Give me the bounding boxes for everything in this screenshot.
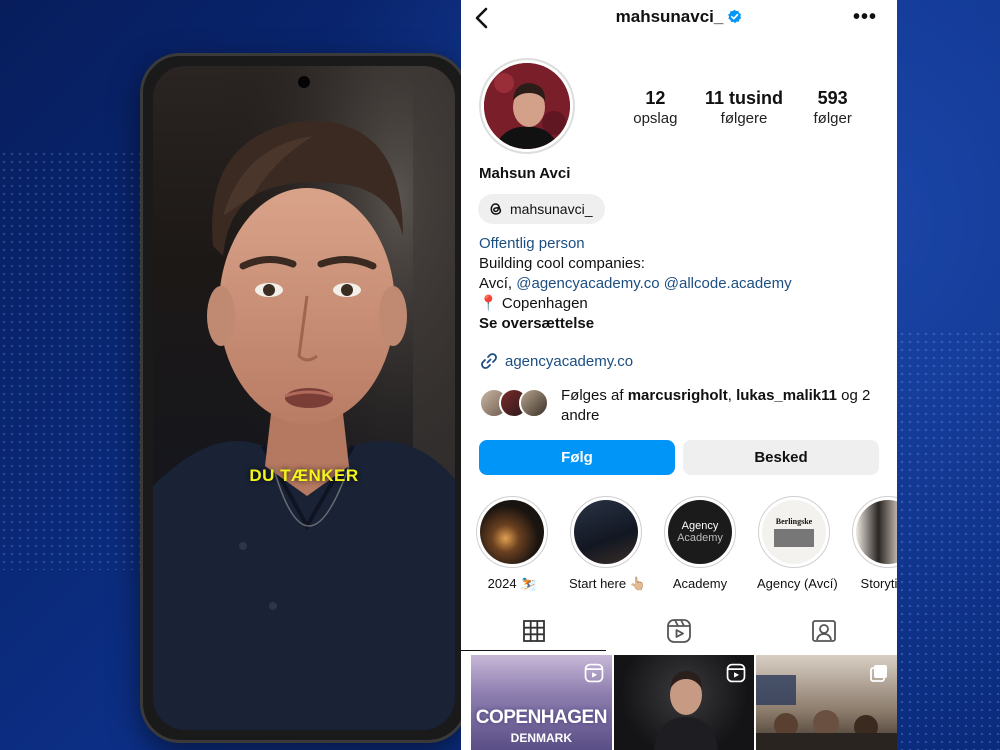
stat-followers-label: følgere bbox=[720, 110, 768, 127]
highlight-image bbox=[856, 500, 897, 564]
reels-icon bbox=[667, 619, 691, 643]
highlight-start-here[interactable]: Start here 👆🏼 bbox=[569, 496, 646, 592]
post-title: COPENHAGEN bbox=[475, 707, 608, 728]
profile-username-header: mahsunavci_ bbox=[461, 7, 897, 27]
see-translation-link[interactable]: Se oversættelse bbox=[479, 314, 792, 334]
profile-avatar[interactable] bbox=[479, 58, 575, 154]
highlight-image bbox=[480, 500, 544, 564]
mutual-avatar-3 bbox=[519, 388, 549, 418]
tab-reels[interactable] bbox=[664, 616, 694, 646]
post-subtitle: DENMARK bbox=[510, 731, 572, 745]
stat-posts-value: 12 bbox=[645, 88, 666, 108]
bio-line-2: Avcí, @agencyacademy.co @allcode.academy bbox=[479, 274, 792, 294]
stat-posts-label: opslag bbox=[633, 110, 678, 127]
profile-bio: Offentlig person Building cool companies… bbox=[479, 234, 792, 334]
posts-grid: COPENHAGEN DENMARK bbox=[471, 655, 897, 750]
highlight-image: Agency Academy bbox=[668, 500, 732, 564]
post-thumbnail[interactable]: COPENHAGEN DENMARK bbox=[471, 655, 612, 750]
dot-pattern-right bbox=[890, 330, 1000, 750]
highlight-label: 2024 ⛷️ bbox=[487, 576, 537, 591]
post-thumbnail[interactable] bbox=[613, 655, 755, 750]
post-thumbnail[interactable] bbox=[756, 655, 897, 750]
stat-following[interactable]: 593 følger bbox=[788, 88, 877, 127]
bio-line-2-prefix: Avcí, bbox=[479, 275, 513, 292]
top-bar: mahsunavci_ ••• bbox=[461, 0, 897, 36]
link-text: agencyacademy.co bbox=[505, 352, 634, 370]
threads-badge[interactable]: mahsunavci_ bbox=[478, 194, 605, 224]
highlight-2024[interactable]: 2024 ⛷️ bbox=[475, 496, 549, 592]
stat-posts[interactable]: 12 opslag bbox=[611, 88, 700, 127]
tab-tagged[interactable] bbox=[809, 616, 839, 646]
location-text: Copenhagen bbox=[501, 295, 588, 312]
reel-icon bbox=[584, 663, 603, 683]
highlight-image bbox=[574, 500, 638, 564]
bio-line-1: Building cool companies: bbox=[479, 255, 645, 272]
highlight-label: Start here 👆🏼 bbox=[569, 576, 646, 591]
profile-action-buttons: Følg Besked bbox=[479, 440, 879, 475]
threads-handle: mahsunavci_ bbox=[510, 201, 593, 217]
followed-by-text: Følges af marcusrigholt, lukas_malik11 o… bbox=[561, 387, 871, 424]
followed-user-1[interactable]: marcusrigholt bbox=[628, 387, 728, 404]
highlight-label: Storytime bbox=[860, 576, 897, 591]
followed-user-2[interactable]: lukas_malik11 bbox=[736, 387, 837, 404]
follow-button[interactable]: Følg bbox=[479, 440, 675, 475]
post-person-image bbox=[653, 671, 718, 750]
tab-posts-grid[interactable] bbox=[519, 616, 549, 646]
story-highlights: 2024 ⛷️ Start here 👆🏼 Agency Academy Aca… bbox=[475, 496, 897, 592]
bio-mention-agencyacademy[interactable]: @agencyacademy.co bbox=[516, 275, 659, 292]
video-person-image bbox=[153, 66, 455, 730]
avatar-image bbox=[484, 63, 570, 149]
post-event-image bbox=[756, 675, 897, 750]
stat-following-label: følger bbox=[813, 110, 852, 127]
profile-external-link[interactable]: agencyacademy.co bbox=[479, 351, 633, 371]
bio-mention-allcode[interactable]: @allcode.academy bbox=[664, 275, 792, 292]
video-screen[interactable]: DU TÆNKER bbox=[153, 66, 455, 730]
bio-location: 📍 Copenhagen bbox=[479, 294, 792, 314]
front-camera bbox=[298, 76, 310, 88]
mutual-avatars bbox=[479, 386, 553, 420]
highlight-label: Agency (Avcí) bbox=[757, 576, 838, 591]
highlight-image: Berlingske bbox=[762, 500, 826, 564]
phone-mockup: DU TÆNKER bbox=[140, 53, 468, 743]
threads-icon bbox=[490, 203, 502, 215]
profile-stats: 12 opslag 11 tusind følgere 593 følger bbox=[611, 88, 877, 127]
more-options-icon[interactable]: ••• bbox=[853, 6, 877, 29]
profile-category: Offentlig person bbox=[479, 235, 585, 252]
highlight-storytime[interactable]: Storytime bbox=[851, 496, 897, 592]
username-text: mahsunavci_ bbox=[615, 7, 724, 26]
video-caption: DU TÆNKER bbox=[249, 466, 359, 485]
grid-icon bbox=[522, 620, 545, 642]
stat-following-value: 593 bbox=[817, 88, 848, 108]
profile-tabs bbox=[461, 610, 897, 652]
instagram-profile-panel: mahsunavci_ ••• 12 opslag 11 tusind følg… bbox=[461, 0, 897, 750]
tagged-icon bbox=[812, 620, 837, 642]
highlight-academy[interactable]: Agency Academy Academy bbox=[663, 496, 737, 592]
highlight-label: Academy bbox=[672, 576, 728, 591]
followed-by[interactable]: Følges af marcusrigholt, lukas_malik11 o… bbox=[479, 386, 879, 426]
verified-badge-icon bbox=[728, 9, 742, 24]
link-icon bbox=[481, 353, 497, 369]
message-button[interactable]: Besked bbox=[683, 440, 879, 475]
active-tab-indicator bbox=[461, 650, 606, 651]
highlight-agency-avci[interactable]: Berlingske Agency (Avcí) bbox=[757, 496, 838, 592]
dot-pattern-left bbox=[0, 150, 150, 570]
profile-full-name: Mahsun Avci bbox=[479, 165, 571, 182]
stat-followers-value: 11 tusind bbox=[704, 88, 784, 108]
stat-followers[interactable]: 11 tusind følgere bbox=[700, 88, 789, 127]
location-pin-icon: 📍 bbox=[479, 295, 498, 312]
